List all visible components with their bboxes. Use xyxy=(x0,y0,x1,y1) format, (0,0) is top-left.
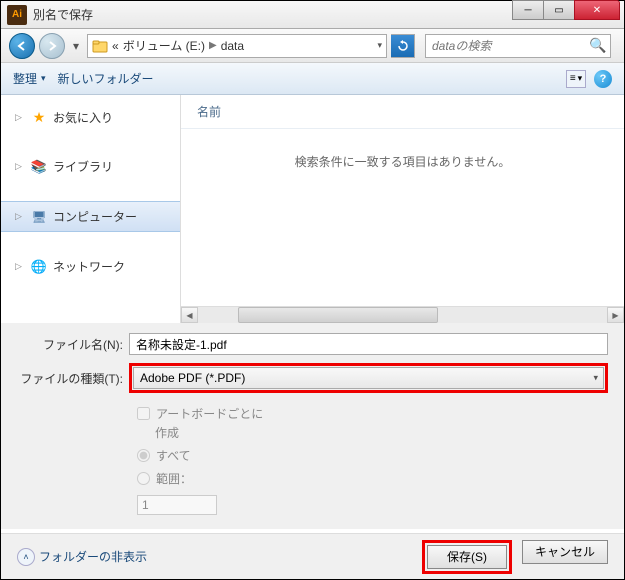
save-button[interactable]: 保存(S) xyxy=(427,545,507,569)
range-label: 範囲： xyxy=(156,470,192,487)
chevron-up-icon: ˄ xyxy=(17,548,35,566)
search-box[interactable]: 🔍 xyxy=(425,34,611,58)
filetype-value: Adobe PDF (*.PDF) xyxy=(140,371,245,385)
scroll-track[interactable] xyxy=(198,307,607,323)
back-button[interactable] xyxy=(9,33,35,59)
network-icon: 🌐 xyxy=(31,259,47,275)
nav-history-dropdown[interactable]: ▾ xyxy=(69,37,83,55)
sidebar-label: お気に入り xyxy=(53,109,113,126)
cancel-button[interactable]: キャンセル xyxy=(522,540,608,564)
horizontal-scrollbar[interactable]: ◀ ▶ xyxy=(181,306,624,323)
form-area: ファイル名(N): ファイルの種類(T): Adobe PDF (*.PDF) … xyxy=(1,323,624,529)
chevron-down-icon: ▾ xyxy=(593,373,598,384)
filename-input[interactable] xyxy=(129,333,608,355)
save-as-dialog: Ai 別名で保存 ─ ▭ ✕ ▾ « ボリューム (E:) ▶ data ▾ 🔍 xyxy=(0,0,625,580)
sidebar: ▷ ★ お気に入り ▷ 📚 ライブラリ ▷ 🖥 コンピューター ▷ 🌐 ネットワ… xyxy=(1,95,181,323)
toolbar: 整理 新しいフォルダー ≡ ? xyxy=(1,63,624,95)
refresh-icon xyxy=(397,40,409,52)
expand-icon: ▷ xyxy=(15,261,25,272)
window-controls: ─ ▭ ✕ xyxy=(512,0,620,20)
nav-bar: ▾ « ボリューム (E:) ▶ data ▾ 🔍 xyxy=(1,29,624,63)
refresh-button[interactable] xyxy=(391,34,415,58)
new-folder-button[interactable]: 新しいフォルダー xyxy=(58,70,154,87)
arrow-left-icon xyxy=(16,40,28,52)
artboard-checkbox xyxy=(137,407,150,420)
maximize-button[interactable]: ▭ xyxy=(543,0,575,20)
file-list: 名前 検索条件に一致する項目はありません。 ◀ ▶ xyxy=(181,95,624,323)
footer: ˄ フォルダーの非表示 保存(S) キャンセル xyxy=(1,533,624,579)
star-icon: ★ xyxy=(31,110,47,126)
search-input[interactable] xyxy=(432,39,589,53)
close-button[interactable]: ✕ xyxy=(574,0,620,20)
all-radio xyxy=(137,449,150,462)
sidebar-label: ライブラリ xyxy=(53,158,113,175)
scroll-thumb[interactable] xyxy=(238,307,438,323)
titlebar: Ai 別名で保存 ─ ▭ ✕ xyxy=(1,1,624,29)
scroll-left-button[interactable]: ◀ xyxy=(181,307,198,323)
filename-label: ファイル名(N): xyxy=(17,336,129,353)
empty-message: 検索条件に一致する項目はありません。 xyxy=(181,129,624,194)
range-input xyxy=(137,495,217,515)
sidebar-item-libraries[interactable]: ▷ 📚 ライブラリ xyxy=(1,152,180,181)
breadcrumb-dropdown[interactable]: ▾ xyxy=(377,40,382,51)
breadcrumb-item-1[interactable]: ボリューム (E:) xyxy=(123,37,205,54)
search-icon[interactable]: 🔍 xyxy=(589,37,606,54)
artboard-options: アートボードごとに 作成 すべて 範囲： xyxy=(137,401,608,525)
breadcrumb-item-2[interactable]: data xyxy=(221,39,244,53)
computer-icon: 🖥 xyxy=(31,209,47,225)
scroll-right-button[interactable]: ▶ xyxy=(607,307,624,323)
all-label: すべて xyxy=(156,447,191,464)
breadcrumb-sep: ▶ xyxy=(209,40,217,51)
column-header-name[interactable]: 名前 xyxy=(181,95,624,129)
sidebar-item-network[interactable]: ▷ 🌐 ネットワーク xyxy=(1,252,180,281)
organize-button[interactable]: 整理 xyxy=(13,70,46,87)
expand-icon: ▷ xyxy=(15,112,25,123)
filetype-select[interactable]: Adobe PDF (*.PDF) ▾ xyxy=(133,367,604,389)
hide-folders-label: フォルダーの非表示 xyxy=(39,548,147,565)
breadcrumb[interactable]: « ボリューム (E:) ▶ data ▾ xyxy=(87,34,387,58)
help-button[interactable]: ? xyxy=(594,70,612,88)
folder-icon xyxy=(92,38,108,54)
hide-folders-toggle[interactable]: ˄ フォルダーの非表示 xyxy=(17,548,147,566)
sidebar-label: ネットワーク xyxy=(53,258,125,275)
range-radio xyxy=(137,472,150,485)
breadcrumb-prefix: « xyxy=(112,39,119,53)
sidebar-item-favorites[interactable]: ▷ ★ お気に入り xyxy=(1,103,180,132)
app-icon: Ai xyxy=(7,5,27,25)
sidebar-label: コンピューター xyxy=(53,208,137,225)
artboard-label-1: アートボードごとに xyxy=(156,405,263,422)
expand-icon: ▷ xyxy=(15,211,25,222)
library-icon: 📚 xyxy=(31,159,47,175)
artboard-label-2: 作成 xyxy=(155,424,179,441)
arrow-right-icon xyxy=(46,40,58,52)
expand-icon: ▷ xyxy=(15,161,25,172)
body-area: ▷ ★ お気に入り ▷ 📚 ライブラリ ▷ 🖥 コンピューター ▷ 🌐 ネットワ… xyxy=(1,95,624,323)
window-title: 別名で保存 xyxy=(33,6,93,23)
minimize-button[interactable]: ─ xyxy=(512,0,544,20)
sidebar-item-computer[interactable]: ▷ 🖥 コンピューター xyxy=(1,201,180,232)
filetype-highlight: Adobe PDF (*.PDF) ▾ xyxy=(129,363,608,393)
view-options-button[interactable]: ≡ xyxy=(566,70,586,88)
save-button-highlight: 保存(S) xyxy=(422,540,512,574)
forward-button[interactable] xyxy=(39,33,65,59)
filetype-label: ファイルの種類(T): xyxy=(17,370,129,387)
